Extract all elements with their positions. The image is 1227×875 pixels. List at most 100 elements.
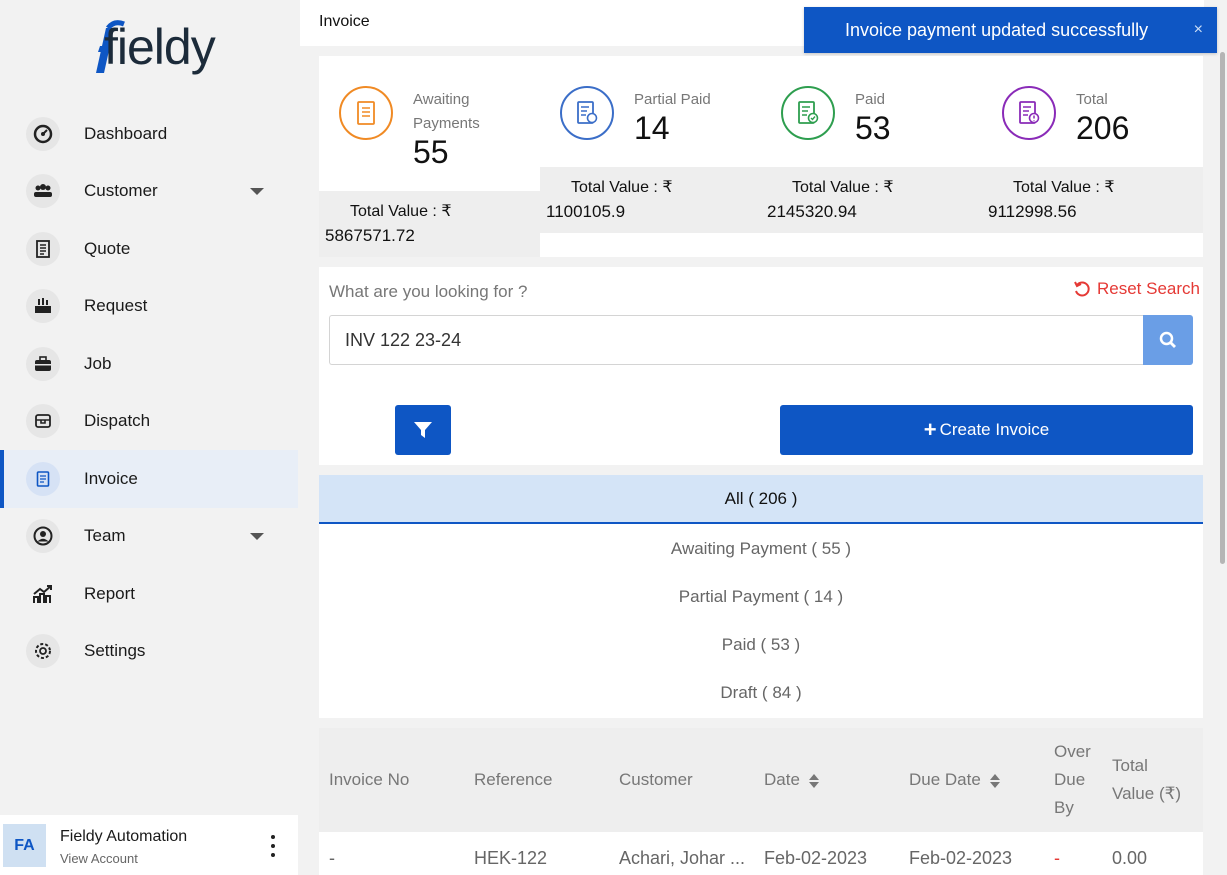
column-header-invoice-no[interactable]: Invoice No (329, 766, 409, 794)
stat-card-partial-paid[interactable]: Partial Paid 14 Total Value : ₹ 1100105.… (540, 56, 761, 257)
tab-partial-payment[interactable]: Partial Payment ( 14 ) (319, 573, 1203, 621)
sidebar-item-label: Report (84, 583, 136, 603)
sidebar-item-label: Customer (84, 181, 158, 201)
create-invoice-button[interactable]: + Create Invoice (780, 405, 1193, 455)
tab-all[interactable]: All ( 206 ) (319, 475, 1203, 524)
stat-card-awaiting[interactable]: Awaiting Payments 55 Total Value : ₹ 586… (319, 56, 540, 257)
total-value-label: Total Value : ₹ (1013, 179, 1115, 196)
sidebar: fieldy Dashboard Customer Quote Request … (0, 0, 298, 875)
cell-total: 0.00 (1112, 848, 1148, 868)
cell-invoice-no: - (329, 848, 335, 868)
invoice-table: Invoice No Reference Customer Date Due D… (319, 728, 1203, 875)
search-input[interactable] (329, 315, 1143, 365)
chevron-down-icon[interactable] (250, 533, 264, 541)
stat-footer: Total Value : ₹ 1100105.9 (540, 167, 761, 233)
column-header-line: Over (1054, 742, 1091, 761)
column-header-due-date[interactable]: Due Date (909, 766, 1001, 794)
reset-search-button[interactable]: Reset Search (1073, 279, 1200, 299)
sidebar-item-customer[interactable]: Customer (0, 163, 298, 221)
account-name: Fieldy Automation (60, 828, 188, 845)
filter-button[interactable] (395, 405, 451, 455)
cell-due-date: Feb-02-2023 (909, 848, 1013, 868)
search-icon (1159, 331, 1176, 348)
app: fieldy Dashboard Customer Quote Request … (0, 0, 1227, 875)
table-header: Invoice No Reference Customer Date Due D… (319, 728, 1203, 832)
settings-icon (26, 634, 60, 669)
reset-icon (1074, 281, 1090, 297)
sidebar-item-label: Quote (84, 238, 131, 258)
search-button[interactable] (1143, 315, 1193, 365)
total-value-label: Total Value : ₹ (792, 179, 894, 196)
sort-icon[interactable] (808, 773, 820, 789)
chevron-down-icon[interactable] (250, 188, 264, 196)
sidebar-item-dispatch[interactable]: Dispatch (0, 393, 298, 451)
create-invoice-label: Create Invoice (939, 420, 1050, 439)
kebab-menu-icon[interactable] (266, 835, 280, 857)
column-header-line: By (1054, 798, 1074, 817)
tab-draft[interactable]: Draft ( 84 ) (319, 669, 1203, 717)
sidebar-item-label: Invoice (84, 468, 138, 488)
close-icon[interactable]: × (1194, 21, 1203, 39)
column-header-label: Date (764, 770, 800, 789)
scrollbar[interactable] (1220, 52, 1225, 564)
column-header-date[interactable]: Date (764, 766, 820, 794)
filter-icon (414, 422, 432, 438)
sidebar-item-invoice[interactable]: Invoice (0, 450, 298, 508)
sidebar-item-job[interactable]: Job (0, 335, 298, 393)
tab-paid[interactable]: Paid ( 53 ) (319, 621, 1203, 669)
stat-footer: Total Value : ₹ 9112998.56 (982, 167, 1203, 233)
stat-count: 14 (634, 110, 670, 146)
sidebar-item-dashboard[interactable]: Dashboard (0, 105, 298, 163)
stat-label: Total (1076, 91, 1108, 108)
column-header-total[interactable]: Total Value (₹) (1112, 752, 1181, 808)
invoice-icon (26, 461, 60, 496)
cell-overdue: - (1054, 848, 1060, 868)
total-value-label: Total Value : ₹ (350, 203, 452, 220)
sidebar-item-settings[interactable]: Settings (0, 623, 298, 681)
sort-icon[interactable] (989, 773, 1001, 789)
logo-text: fieldy (104, 19, 216, 75)
stat-footer: Total Value : ₹ 5867571.72 (319, 191, 540, 257)
stat-count: 55 (413, 134, 449, 170)
awaiting-invoice-icon (339, 86, 393, 140)
tab-awaiting-payment[interactable]: Awaiting Payment ( 55 ) (319, 525, 1203, 573)
dashboard-icon (26, 116, 60, 151)
sidebar-item-label: Job (84, 353, 112, 373)
sidebar-item-label: Dashboard (84, 123, 168, 143)
paid-invoice-icon (781, 86, 835, 140)
partial-invoice-icon (560, 86, 614, 140)
column-header-line: Value (₹) (1112, 784, 1182, 803)
sidebar-item-label: Dispatch (84, 411, 151, 431)
view-account-link[interactable]: View Account (60, 851, 138, 866)
total-value: 1100105.9 (546, 202, 626, 221)
column-header-overdue[interactable]: Over Due By (1054, 738, 1091, 822)
team-icon (26, 519, 60, 554)
stat-card-paid[interactable]: Paid 53 Total Value : ₹ 2145320.94 (761, 56, 982, 257)
sidebar-nav: Dashboard Customer Quote Request Job Dis… (0, 105, 298, 680)
column-header-customer[interactable]: Customer (619, 766, 693, 794)
table-row[interactable]: - HEK-122 Achari, Johar ... Feb-02-2023 … (319, 832, 1203, 875)
total-value: 9112998.56 (988, 202, 1077, 221)
sidebar-item-request[interactable]: Request (0, 278, 298, 336)
sidebar-item-report[interactable]: Report (0, 565, 298, 623)
column-header-reference[interactable]: Reference (474, 766, 552, 794)
customer-icon (26, 174, 60, 209)
sidebar-item-quote[interactable]: Quote (0, 220, 298, 278)
stat-label: Partial Paid (634, 91, 711, 108)
total-value: 5867571.72 (325, 226, 415, 245)
cell-reference: HEK-122 (474, 848, 548, 868)
stat-card-total[interactable]: Total 206 Total Value : ₹ 9112998.56 (982, 56, 1203, 257)
sidebar-item-team[interactable]: Team (0, 508, 298, 566)
report-icon (26, 577, 60, 611)
total-invoice-icon (1002, 86, 1056, 140)
page-title: Invoice (319, 13, 370, 30)
total-value-label: Total Value : ₹ (571, 179, 673, 196)
success-toast: Invoice payment updated successfully × (804, 7, 1217, 53)
plus-icon: + (923, 417, 937, 442)
sidebar-item-label: Request (84, 296, 148, 316)
cell-date: Feb-02-2023 (764, 848, 868, 868)
stat-count: 53 (855, 110, 891, 146)
avatar[interactable]: FA (3, 824, 46, 867)
quote-icon (26, 231, 60, 266)
sidebar-item-label: Team (84, 526, 126, 546)
